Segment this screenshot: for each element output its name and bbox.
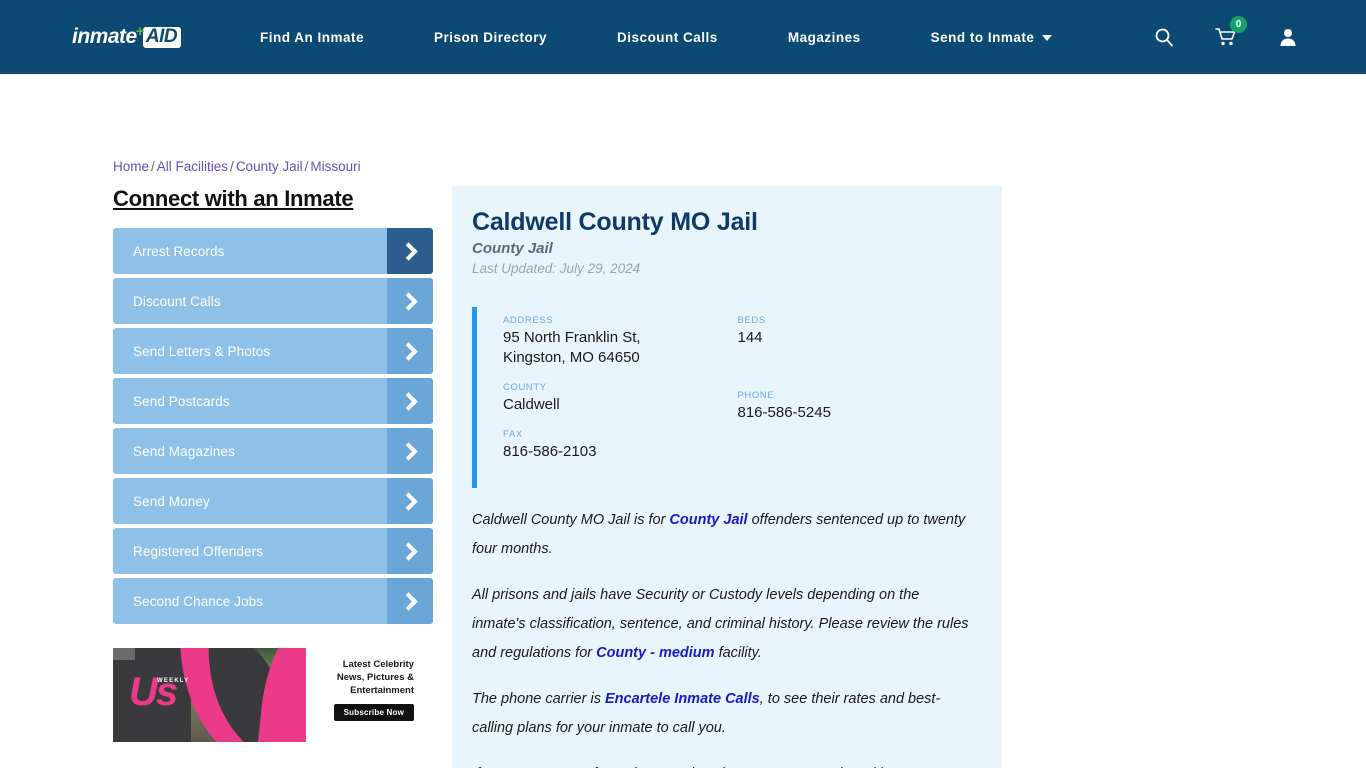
facility-last-updated: Last Updated: July 29, 2024 <box>472 261 641 276</box>
breadcrumb-separator: / <box>230 159 234 174</box>
ad-headline-line-2: News, Pictures & <box>336 672 414 683</box>
ad-subscribe-button[interactable]: Subscribe Now <box>333 704 414 721</box>
breadcrumb: Home / All Facilities / County Jail / Missouri <box>113 159 361 174</box>
description-paragraph-4: If you are unsure of your inmate's locat… <box>472 760 972 768</box>
sidebar-item-registered-offenders[interactable]: Registered Offenders <box>113 528 433 574</box>
site-header: inmate + AID Find An Inmate Prison Direc… <box>0 0 1366 74</box>
chevron-right-icon <box>387 578 433 624</box>
facility-county-label: COUNTY <box>503 382 547 393</box>
cart-icon[interactable]: 0 <box>1214 16 1247 50</box>
sidebar: Connect with an Inmate Arrest Records Di… <box>113 186 433 628</box>
sidebar-title: Connect with an Inmate <box>113 186 354 211</box>
text-fragment: Caldwell County MO Jail is for <box>472 512 670 528</box>
nav-label: Find An Inmate <box>260 29 364 45</box>
header-icon-group: 0 <box>1114 0 1366 74</box>
description-paragraph-1: Caldwell County MO Jail is for County Ja… <box>472 506 972 564</box>
ad-topbar-decor <box>113 648 135 660</box>
logo-text-aid: AID <box>142 26 182 48</box>
facility-description: Caldwell County MO Jail is for County Ja… <box>472 506 972 768</box>
sidebar-item-label: Second Chance Jobs <box>133 593 264 609</box>
facility-type: County Jail <box>472 240 553 257</box>
chevron-right-icon <box>387 528 433 574</box>
nav-item-find-an-inmate[interactable]: Find An Inmate <box>260 30 364 45</box>
site-logo[interactable]: inmate + AID <box>0 0 200 74</box>
logo-text-inmate: inmate <box>72 25 137 48</box>
nav-item-send-to-inmate[interactable]: Send to Inmate <box>931 30 1053 45</box>
ad-copy: Latest Celebrity News, Pictures & Entert… <box>306 648 420 742</box>
facility-info-block: ADDRESS 95 North Franklin St, Kingston, … <box>472 307 972 488</box>
advertisement-banner[interactable]: Us WEEKLY Latest Celebrity News, Picture… <box>113 648 420 742</box>
nav-label: Magazines <box>787 29 861 45</box>
description-paragraph-3: The phone carrier is Encartele Inmate Ca… <box>472 685 972 743</box>
main-navigation: Find An Inmate Prison Directory Discount… <box>200 0 1114 74</box>
facility-address-line-2: Kingston, MO 64650 <box>503 349 640 366</box>
facility-address-label: ADDRESS <box>503 315 554 326</box>
sidebar-item-label: Arrest Records <box>133 243 225 259</box>
nav-label: Discount Calls <box>617 29 718 45</box>
chevron-right-icon <box>387 328 433 374</box>
link-county-jail[interactable]: County Jail <box>669 512 747 528</box>
facility-fax-value: 816-586-2103 <box>503 443 597 460</box>
nav-item-magazines[interactable]: Magazines <box>788 30 861 45</box>
ad-brand-sublabel: WEEKLY <box>157 678 190 684</box>
chevron-right-icon <box>387 278 433 324</box>
nav-label: Send to Inmate <box>930 29 1035 45</box>
sidebar-item-label: Send Letters & Photos <box>133 343 271 359</box>
breadcrumb-separator: / <box>151 159 155 174</box>
facility-fax: FAX 816-586-2103 <box>503 429 738 462</box>
facility-phone: PHONE 816-586-5245 <box>738 390 973 423</box>
sidebar-item-send-money[interactable]: Send Money <box>113 478 433 524</box>
facility-phone-label: PHONE <box>737 390 775 401</box>
sidebar-item-label: Registered Offenders <box>133 543 264 559</box>
breadcrumb-item-missouri[interactable]: Missouri <box>310 159 360 174</box>
facility-beds: BEDS 144 <box>738 315 973 348</box>
breadcrumb-item-all-facilities[interactable]: All Facilities <box>157 159 228 174</box>
chevron-right-icon <box>387 378 433 424</box>
cart-count-badge: 0 <box>1230 16 1247 33</box>
facility-address: ADDRESS 95 North Franklin St, Kingston, … <box>503 315 738 368</box>
logo-graphic: inmate + AID <box>72 22 182 49</box>
breadcrumb-item-county-jail[interactable]: County Jail <box>236 159 303 174</box>
sidebar-item-discount-calls[interactable]: Discount Calls <box>113 278 433 324</box>
nav-item-discount-calls[interactable]: Discount Calls <box>617 30 718 45</box>
link-encartele-inmate-calls[interactable]: Encartele Inmate Calls <box>605 691 760 707</box>
ad-image: Us WEEKLY <box>113 648 306 742</box>
chevron-down-icon <box>1042 35 1053 41</box>
chevron-right-icon <box>387 228 433 274</box>
facility-panel: Caldwell County MO Jail County Jail Last… <box>452 186 1002 768</box>
facility-beds-value: 144 <box>737 329 763 346</box>
search-icon[interactable] <box>1152 24 1176 50</box>
facility-fax-label: FAX <box>503 429 523 440</box>
facility-info-column-left: ADDRESS 95 North Franklin St, Kingston, … <box>503 315 738 476</box>
sidebar-item-second-chance-jobs[interactable]: Second Chance Jobs <box>113 578 433 624</box>
user-icon[interactable] <box>1276 24 1300 50</box>
sidebar-item-arrest-records[interactable]: Arrest Records <box>113 228 433 274</box>
description-paragraph-2: All prisons and jails have Security or C… <box>472 581 972 668</box>
facility-county-value: Caldwell <box>503 396 560 413</box>
facility-info-column-right: BEDS 144 PHONE 816-586-5245 <box>738 315 973 476</box>
sidebar-item-label: Send Money <box>133 493 210 509</box>
ad-headline-line-1: Latest Celebrity <box>342 659 414 670</box>
sidebar-item-send-letters-photos[interactable]: Send Letters & Photos <box>113 328 433 374</box>
chevron-right-icon <box>387 478 433 524</box>
nav-item-prison-directory[interactable]: Prison Directory <box>434 30 547 45</box>
logo-plus-icon: + <box>135 22 145 40</box>
page-title: Caldwell County MO Jail <box>472 208 758 236</box>
sidebar-item-label: Send Postcards <box>133 393 230 409</box>
sidebar-item-label: Send Magazines <box>133 443 235 459</box>
sidebar-item-send-postcards[interactable]: Send Postcards <box>113 378 433 424</box>
facility-beds-label: BEDS <box>737 315 766 326</box>
link-county-medium[interactable]: County - medium <box>596 645 714 661</box>
nav-label: Prison Directory <box>434 29 548 45</box>
sidebar-item-send-magazines[interactable]: Send Magazines <box>113 428 433 474</box>
sidebar-item-label: Discount Calls <box>133 293 221 309</box>
text-fragment: facility. <box>714 645 762 661</box>
facility-phone-value: 816-586-5245 <box>737 404 831 421</box>
facility-county: COUNTY Caldwell <box>503 382 738 415</box>
breadcrumb-item-home[interactable]: Home <box>113 159 149 174</box>
chevron-right-icon <box>387 428 433 474</box>
facility-address-line-1: 95 North Franklin St, <box>503 329 641 346</box>
text-fragment: The phone carrier is <box>472 691 605 707</box>
ad-headline-line-3: Entertainment <box>350 685 414 696</box>
